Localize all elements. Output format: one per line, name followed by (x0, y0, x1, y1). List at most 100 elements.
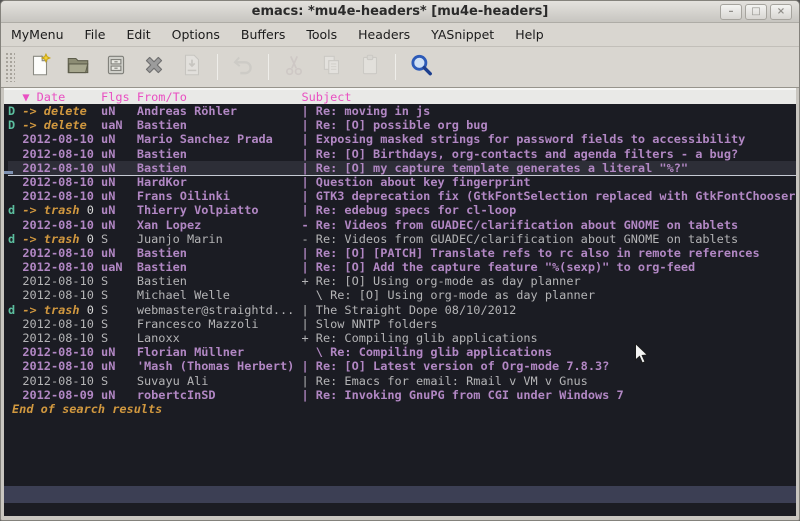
row-subject: - Re: Videos from GUADEC/clarification a… (301, 218, 796, 232)
row-flags: uN (101, 175, 130, 189)
mu4e-headers-buffer: ▼ Date Flgs From/To Subject D -> delete … (4, 88, 796, 516)
row-subject: | Re: [O] possible org bug (301, 118, 796, 132)
row-flags: uN (101, 246, 130, 260)
message-row[interactable]: 2012-08-10 uN Frans Oilinki | GTK3 depre… (8, 189, 796, 203)
mark-flag (8, 218, 22, 232)
row-flags: uN (101, 189, 130, 203)
copy-button[interactable] (313, 51, 351, 83)
menu-item-options[interactable]: Options (172, 27, 220, 42)
menu-item-help[interactable]: Help (515, 27, 544, 42)
message-row[interactable]: D -> delete uN Andreas Röhler | Re: movi… (8, 104, 796, 118)
message-row[interactable]: d -> trash 0 uN Thierry Volpiatto | Re: … (8, 203, 796, 217)
message-row[interactable]: 2012-08-10 uN Florian Müllner \ Re: Comp… (8, 345, 796, 359)
row-from: Bastien (137, 161, 294, 175)
message-row[interactable]: 2012-08-10 uN HardKor | Question about k… (8, 175, 796, 189)
row-date: -> trash 0 (22, 303, 94, 317)
row-flags: uN (101, 359, 130, 373)
message-row[interactable]: 2012-08-10 uN Bastien | Re: [O] Birthday… (8, 147, 796, 161)
menu-item-yasnippet[interactable]: YASnippet (431, 27, 494, 42)
paste-button[interactable] (351, 51, 389, 83)
search-button[interactable] (402, 51, 440, 83)
row-from: Mario Sanchez Prada (137, 132, 294, 146)
menu-item-tools[interactable]: Tools (306, 27, 337, 42)
row-date: 2012-08-10 (22, 288, 94, 302)
menu-item-mymenu[interactable]: MyMenu (11, 27, 64, 42)
row-subject: | Exposing masked strings for password f… (301, 132, 796, 146)
row-from: Bastien (137, 147, 294, 161)
row-date: 2012-08-10 (22, 246, 94, 260)
row-flags: S (101, 274, 130, 288)
mark-flag (8, 388, 22, 402)
message-row[interactable]: 2012-08-10 S Suvayu Ali | Re: Emacs for … (8, 374, 796, 388)
echo-area[interactable] (4, 503, 796, 516)
point-cursor-indicator (4, 171, 13, 174)
row-subject: | Re: moving in js (301, 104, 796, 118)
save-button[interactable] (97, 51, 135, 83)
mark-flag (8, 189, 22, 203)
message-row[interactable]: 2012-08-09 uN robertcInSD | Re: Invoking… (8, 388, 796, 402)
message-row[interactable]: 2012-08-10 uN Mario Sanchez Prada | Expo… (8, 132, 796, 146)
menu-item-buffers[interactable]: Buffers (241, 27, 285, 42)
message-row[interactable]: 2012-08-10 S Bastien + Re: [O] Using org… (8, 274, 796, 288)
row-date: 2012-08-10 (22, 374, 94, 388)
emacs-window: emacs: *mu4e-headers* [mu4e-headers] – □… (0, 0, 800, 521)
row-flags: S (101, 317, 130, 331)
message-row[interactable]: 2012-08-10 uN Bastien | Re: [O] [PATCH] … (8, 246, 796, 260)
close-button[interactable]: × (770, 4, 792, 20)
message-row[interactable]: 2012-08-10 S Lanoxx + Re: Compiling glib… (8, 331, 796, 345)
mark-flag (8, 317, 22, 331)
menu-item-headers[interactable]: Headers (358, 27, 410, 42)
mode-line[interactable]: *mu4e-headers* ( 5, 0) [All/2.0k] [mu4e-… (4, 486, 796, 503)
new-file-button[interactable] (21, 51, 59, 83)
row-flags: uaN (101, 260, 130, 274)
tool-bar (1, 47, 799, 88)
cut-button[interactable] (275, 51, 313, 83)
row-flags: uN (101, 104, 130, 118)
row-from: webmaster@straightd... (137, 303, 294, 317)
message-row[interactable]: 2012-08-10 S Francesco Mazzoli | Slow NN… (8, 317, 796, 331)
row-date: -> delete (22, 104, 94, 118)
message-row[interactable]: d -> trash 0 S webmaster@straightd... | … (8, 303, 796, 317)
toolbar-drag-handle[interactable] (5, 52, 15, 82)
row-flags: uN (101, 218, 130, 232)
message-row[interactable]: D -> delete uaN Bastien | Re: [O] possib… (8, 118, 796, 132)
row-flags: uN (101, 345, 130, 359)
cut-icon (281, 52, 307, 82)
col-flags[interactable]: Flgs (101, 90, 130, 104)
close-x-icon (141, 52, 167, 82)
col-subject[interactable]: Subject (301, 90, 796, 104)
open-folder-button[interactable] (59, 51, 97, 83)
mark-flag: d (8, 303, 22, 317)
col-from[interactable]: From/To (137, 90, 294, 104)
row-from: Lanoxx (137, 331, 294, 345)
end-of-results: End of search results (8, 402, 796, 416)
menu-item-edit[interactable]: Edit (126, 27, 150, 42)
save-as-button[interactable] (173, 51, 211, 83)
save-as-icon (179, 52, 205, 82)
mark-flag (8, 374, 22, 388)
message-row[interactable]: 2012-08-10 uaN Bastien | Re: [O] Add the… (8, 260, 796, 274)
row-subject: \ Re: [O] Using org-mode as day planner (301, 288, 796, 302)
menu-bar: MyMenu File Edit Options Buffers Tools Headers… (1, 23, 799, 47)
message-row[interactable]: 2012-08-10 S Michael Welle \ Re: [O] Usi… (8, 288, 796, 302)
message-row[interactable]: 2012-08-10 uN Bastien | Re: [O] my captu… (8, 161, 796, 175)
maximize-button[interactable]: □ (745, 4, 767, 20)
title-bar[interactable]: emacs: *mu4e-headers* [mu4e-headers] – □… (1, 1, 799, 23)
row-subject: | Re: Emacs for email: Rmail v VM v Gnus (301, 374, 796, 388)
menu-item-file[interactable]: File (85, 27, 106, 42)
minimize-button[interactable]: – (720, 4, 742, 20)
row-from: Thierry Volpiatto (137, 203, 294, 217)
row-flags: S (101, 331, 130, 345)
col-date[interactable]: ▼ Date (22, 90, 94, 104)
mouse-cursor (634, 342, 649, 365)
row-subject: | Re: [O] Latest version of Org-mode 7.8… (301, 359, 796, 373)
close-buffer-button[interactable] (135, 51, 173, 83)
mark-flag (8, 246, 22, 260)
message-row[interactable]: d -> trash 0 S Juanjo Marin - Re: Videos… (8, 232, 796, 246)
message-row[interactable]: 2012-08-10 uN 'Mash (Thomas Herbert) | R… (8, 359, 796, 373)
row-flags: S (101, 303, 130, 317)
undo-button[interactable] (224, 51, 262, 83)
row-from: HardKor (137, 175, 294, 189)
row-date: 2012-08-09 (22, 388, 94, 402)
message-row[interactable]: 2012-08-10 uN Xan Lopez - Re: Videos fro… (8, 218, 796, 232)
